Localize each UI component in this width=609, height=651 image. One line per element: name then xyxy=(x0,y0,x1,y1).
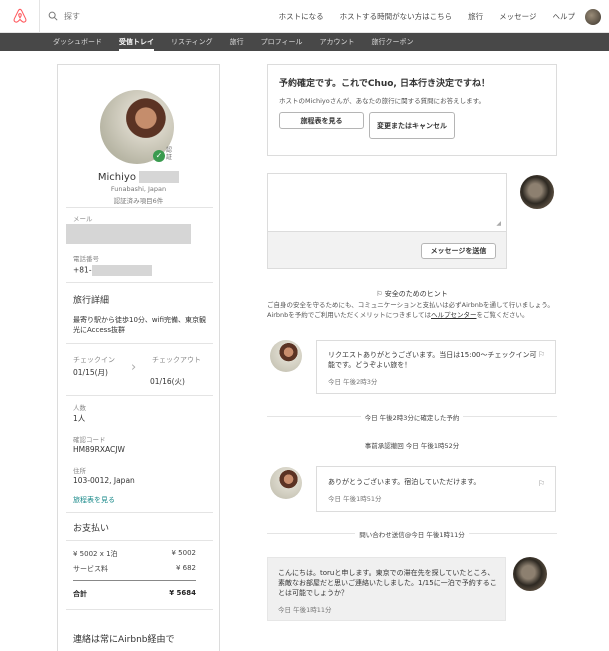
message-bubble: リクエストありがとうございます。当日は15:00〜チェックイン可能です。どうぞよ… xyxy=(316,340,556,394)
my-avatar[interactable] xyxy=(520,175,554,209)
nav-no-time-host[interactable]: ホストする時間がない方はこちら xyxy=(340,11,453,22)
nav-trips[interactable]: 旅行 xyxy=(468,11,483,22)
airbnb-logo-icon[interactable] xyxy=(0,0,40,33)
timeline-event: 問い合わせ送信@今日 午後1時11分 xyxy=(267,529,557,539)
safety-tip-title: ⚐ 安全のためのヒント xyxy=(376,290,448,298)
message-text: ありがとうございます。宿泊していただけます。 xyxy=(328,478,481,486)
search-box xyxy=(40,11,280,21)
divider xyxy=(66,207,213,208)
divider xyxy=(66,512,213,513)
top-bar: ホストになる ホストする時間がない方はこちら 旅行 メッセージ ヘルプ xyxy=(0,0,609,33)
send-message-button[interactable]: メッセージを送信 xyxy=(421,243,496,259)
message-textarea[interactable]: ◢ xyxy=(268,174,506,232)
subnav-trips[interactable]: 旅行 xyxy=(230,33,244,51)
subnav-inbox[interactable]: 受信トレイ xyxy=(119,33,154,51)
timeline-event: 事前承認撤回 今日 午後1時52分 xyxy=(267,440,557,450)
contact-note: 連絡は常にAirbnb経由で xyxy=(73,635,175,645)
message-time: 今日 午後1時11分 xyxy=(278,606,332,614)
nav-help[interactable]: ヘルプ xyxy=(553,11,576,22)
phone-value: +81- xyxy=(73,265,152,276)
search-input[interactable] xyxy=(64,11,264,21)
message-compose: ◢ メッセージを送信 xyxy=(267,173,507,269)
phone-label: 電話番号 xyxy=(73,255,99,263)
subnav-profile[interactable]: プロフィール xyxy=(261,33,303,51)
payment-row: ¥ 5002 x 1泊 ¥ 5002 xyxy=(73,549,196,558)
host-message-avatar[interactable] xyxy=(270,340,302,372)
change-cancel-button[interactable]: 変更またはキャンセル xyxy=(369,112,455,139)
sub-nav: ダッシュボード 受信トレイ リスティング 旅行 プロフィール アカウント 旅行ク… xyxy=(0,33,609,51)
search-icon xyxy=(48,11,58,21)
guests-label: 人数 xyxy=(73,404,86,412)
host-message-avatar[interactable] xyxy=(270,467,302,499)
view-itinerary-button[interactable]: 旅程表を見る xyxy=(279,112,364,129)
subnav-account[interactable]: アカウント xyxy=(319,33,354,51)
nav-become-host[interactable]: ホストになる xyxy=(279,11,324,22)
host-location: Funabashi, Japan xyxy=(110,185,167,193)
nav-messages[interactable]: メッセージ xyxy=(499,11,536,22)
verified-label: 認証 xyxy=(166,147,173,161)
view-itinerary-link[interactable]: 旅程表を見る xyxy=(73,495,115,505)
reservation-sidebar: ✓ 認証 Michiyo Funabashi, Japan 認証済み項目6件 メ… xyxy=(57,64,220,651)
address-value: 103-0012, Japan xyxy=(73,476,135,485)
report-flag-icon[interactable]: ⚐ xyxy=(538,350,545,359)
divider xyxy=(66,609,213,610)
payment-title: お支払い xyxy=(73,524,110,534)
confirm-title: 予約確定です。これでChuo, 日本行き決定ですね！ xyxy=(279,79,490,89)
user-avatar[interactable] xyxy=(585,8,601,25)
my-message-bubble: こんにちは。toruと申します。東京での滞在先を探していたところ、素敵なお部屋だ… xyxy=(267,557,506,621)
help-center-link[interactable]: ヘルプセンター xyxy=(431,311,477,319)
checkout-date: 01/16(火) xyxy=(150,377,185,386)
host-verification-count: 認証済み項目6件 xyxy=(113,197,164,205)
checkout-label: チェックアウト xyxy=(152,356,201,364)
confirm-subtitle: ホストのMichiyoさんが、あなたの旅行に関する質問にお答えします。 xyxy=(279,97,485,105)
listing-description: 最寄り駅から徒歩10分、wifi完備、東京観光にAccess抜群 xyxy=(73,316,206,334)
address-label: 住所 xyxy=(73,467,86,475)
divider xyxy=(66,540,213,541)
chevron-right-icon: › xyxy=(131,360,137,375)
message-time: 今日 午後2時3分 xyxy=(328,378,378,386)
divider xyxy=(66,282,213,283)
booking-confirmed-card: 予約確定です。これでChuo, 日本行き決定ですね！ ホストのMichiyoさん… xyxy=(267,64,557,156)
payment-row: サービス料 ¥ 682 xyxy=(73,564,196,573)
checkin-checkout: チェックイン 01/15(月) › チェックアウト 01/16(火) xyxy=(66,349,213,391)
redacted-surname xyxy=(139,171,180,183)
subnav-coupons[interactable]: 旅行クーポン xyxy=(371,33,413,51)
confirmation-code: HM89RXACJW xyxy=(73,445,125,454)
subnav-dashboard[interactable]: ダッシュボード xyxy=(53,33,102,51)
divider xyxy=(66,343,213,344)
divider xyxy=(66,395,213,396)
subnav-listings[interactable]: リスティング xyxy=(171,33,213,51)
host-name: Michiyo xyxy=(58,171,219,183)
payment-total: 合計 ¥ 5684 xyxy=(73,589,196,598)
email-label: メール xyxy=(73,215,93,223)
resize-handle-icon[interactable]: ◢ xyxy=(496,220,501,227)
safety-tip-body: ご自身の安全を守るためにも、コミュニケーションと支払いは必ずAirbnbを通して… xyxy=(267,301,554,319)
message-time: 今日 午後1時51分 xyxy=(328,495,382,503)
divider xyxy=(73,580,196,581)
report-flag-icon[interactable]: ⚐ xyxy=(538,479,545,488)
flag-icon: ⚐ xyxy=(376,290,383,298)
timeline-event: 今日 午後2時3分に確定した予約 xyxy=(267,412,557,422)
verified-check-icon: ✓ xyxy=(153,150,165,162)
top-nav: ホストになる ホストする時間がない方はこちら 旅行 メッセージ ヘルプ xyxy=(279,0,609,33)
checkin-label: チェックイン xyxy=(73,356,115,364)
confirmation-code-label: 確認コード xyxy=(73,436,106,444)
redacted-phone xyxy=(91,265,152,276)
guests-value: 1人 xyxy=(73,414,86,423)
redacted-email xyxy=(66,224,191,244)
my-message-avatar[interactable] xyxy=(513,557,547,591)
trip-details-title: 旅行詳細 xyxy=(73,296,110,306)
checkin-date: 01/15(月) xyxy=(73,368,108,377)
message-text: こんにちは。toruと申します。東京での滞在先を探していたところ、素敵なお部屋だ… xyxy=(278,569,497,597)
message-text: リクエストありがとうございます。当日は15:00〜チェックイン可能です。どうぞよ… xyxy=(328,351,537,369)
message-bubble: ありがとうございます。宿泊していただけます。 今日 午後1時51分 ⚐ xyxy=(316,466,556,512)
